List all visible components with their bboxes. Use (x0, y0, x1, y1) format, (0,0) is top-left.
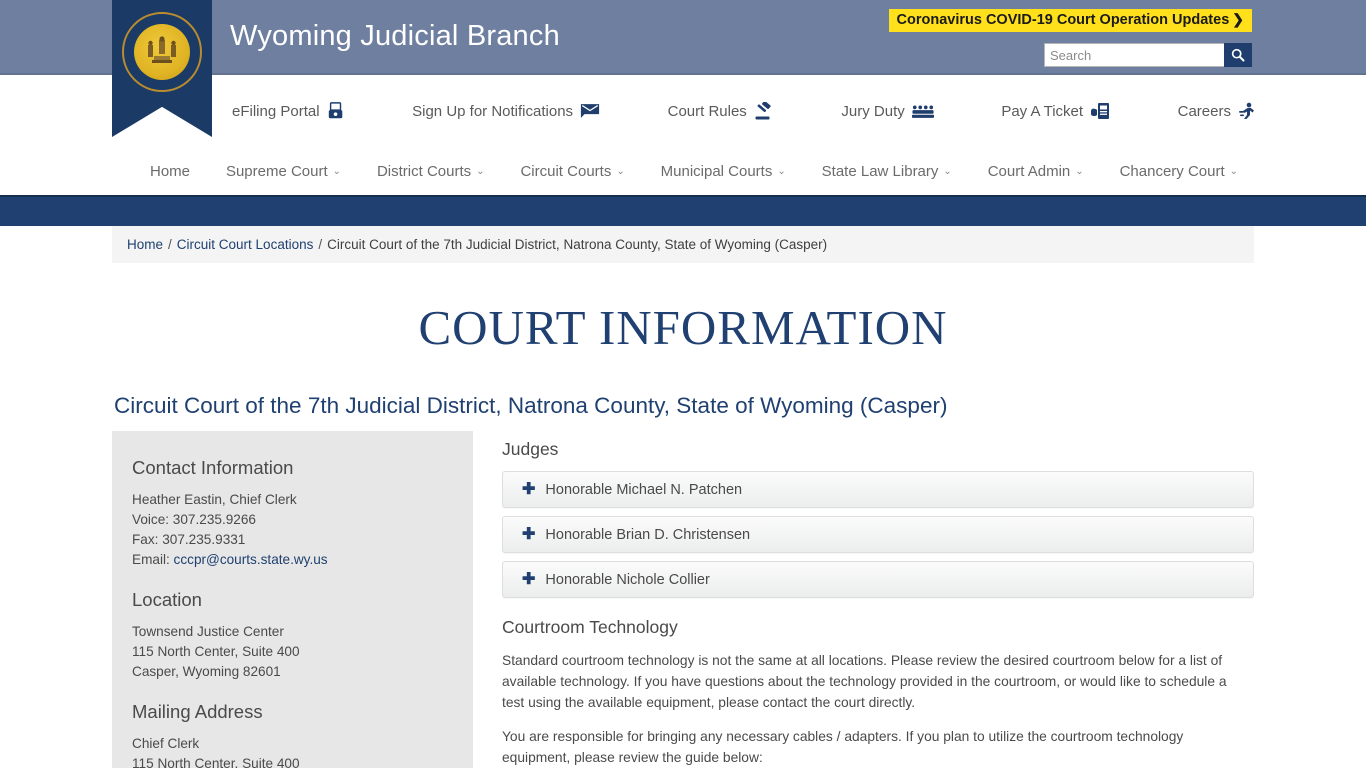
judge-accordion-row[interactable]: ✚ Honorable Brian D. Christensen (502, 516, 1254, 553)
utility-item-efiling-portal[interactable]: eFiling Portal (232, 102, 345, 120)
utility-item-label: eFiling Portal (232, 102, 320, 120)
nav-item-label: Home (150, 162, 191, 180)
nav-item-court-admin[interactable]: Court Admin ⌄ (988, 163, 1084, 180)
plus-icon: ✚ (522, 480, 536, 498)
main-content-column: Judges ✚ Honorable Michael N. Patchen ✚ … (502, 431, 1254, 768)
nav-item-label: State Law Library (821, 162, 939, 180)
chevron-down-icon: ⌄ (332, 165, 342, 177)
contact-information-heading: Contact Information (132, 457, 294, 478)
supreme-court-seal-icon (122, 12, 202, 92)
contact-fax: Fax: 307.235.9331 (132, 532, 246, 547)
gavel-icon (754, 102, 774, 120)
covid-updates-banner[interactable]: Coronavirus COVID-19 Court Operation Upd… (888, 9, 1252, 32)
mailing-address-details: Chief Clerk 115 North Center, Suite 400 … (132, 734, 453, 768)
nav-item-label: Circuit Courts (520, 162, 612, 180)
navy-divider-band (0, 195, 1366, 226)
contact-email-label: Email: (132, 552, 174, 567)
contact-voice: Voice: 307.235.9266 (132, 512, 256, 527)
breadcrumb-item-circuit-court-locations[interactable]: Circuit Court Locations (177, 237, 314, 252)
nav-item-chancery-court[interactable]: Chancery Court ⌄ (1120, 163, 1238, 180)
chevron-down-icon: ⌄ (476, 165, 485, 177)
location-line-3: Casper, Wyoming 82601 (132, 664, 281, 679)
nav-item-district-courts[interactable]: District Courts ⌄ (377, 163, 485, 180)
mailing-address-heading: Mailing Address (132, 701, 263, 722)
chevron-down-icon: ⌄ (777, 165, 786, 177)
careers-runner-icon (1238, 102, 1256, 120)
judges-heading: Judges (502, 439, 559, 459)
nav-item-state-law-library[interactable]: State Law Library ⌄ (822, 163, 952, 180)
nav-item-supreme-court[interactable]: Supreme Court ⌄ (226, 163, 341, 180)
courtroom-technology-paragraph-2: You are responsible for bringing any nec… (502, 729, 1184, 765)
envelope-icon (580, 103, 600, 119)
site-title: Wyoming Judicial Branch (230, 20, 560, 52)
breadcrumb-separator: / (168, 237, 172, 252)
nav-item-label: Court Admin (987, 162, 1071, 180)
utility-item-careers[interactable]: Careers (1178, 102, 1256, 120)
chevron-right-icon: ❯ (1232, 11, 1244, 27)
courtroom-technology-paragraph-1: Standard courtroom technology is not the… (502, 653, 1227, 710)
contact-email-link[interactable]: cccpr@courts.state.wy.us (174, 552, 328, 567)
nav-item-label: Chancery Court (1119, 162, 1225, 180)
judge-name: Honorable Michael N. Patchen (545, 481, 743, 498)
pay-ticket-icon (1090, 102, 1110, 120)
search-icon (1231, 48, 1245, 62)
covid-banner-label: Coronavirus COVID-19 Court Operation Upd… (896, 12, 1230, 28)
nav-item-home[interactable]: Home (150, 163, 190, 180)
nav-item-circuit-courts[interactable]: Circuit Courts ⌄ (520, 163, 624, 180)
contact-details: Heather Eastin, Chief Clerk Voice: 307.2… (132, 490, 453, 570)
mailing-line-2: 115 North Center, Suite 400 (132, 756, 300, 768)
search-form (1044, 43, 1252, 67)
judge-name: Honorable Brian D. Christensen (545, 526, 751, 543)
plus-icon: ✚ (522, 570, 536, 588)
chevron-down-icon: ⌄ (943, 165, 952, 177)
location-line-2: 115 North Center, Suite 400 (132, 644, 300, 659)
nav-item-label: Supreme Court (225, 162, 328, 180)
location-details: Townsend Justice Center 115 North Center… (132, 622, 453, 682)
utility-item-label: Court Rules (667, 102, 747, 120)
utility-item-pay-a-ticket[interactable]: Pay A Ticket (1001, 102, 1110, 120)
breadcrumb: Home / Circuit Court Locations / Circuit… (112, 226, 1254, 263)
utility-item-court-rules[interactable]: Court Rules (668, 102, 774, 120)
utility-item-label: Pay A Ticket (1001, 102, 1084, 120)
utility-item-sign-up-for-notifications[interactable]: Sign Up for Notifications (412, 103, 600, 120)
mailing-line-1: Chief Clerk (132, 736, 200, 751)
court-name-heading: Circuit Court of the 7th Judicial Distri… (114, 393, 948, 418)
breadcrumb-separator: / (318, 237, 323, 252)
nav-item-municipal-courts[interactable]: Municipal Courts ⌄ (661, 163, 786, 180)
location-heading: Location (132, 589, 202, 610)
seal-figures-icon (148, 36, 176, 63)
judge-name: Honorable Nichole Collier (545, 571, 710, 588)
nav-item-label: Municipal Courts (660, 162, 773, 180)
search-button[interactable] (1224, 43, 1252, 67)
judge-accordion-row[interactable]: ✚ Honorable Michael N. Patchen (502, 471, 1254, 508)
utility-item-label: Jury Duty (841, 102, 905, 120)
chevron-down-icon: ⌄ (1229, 165, 1239, 177)
search-input[interactable] (1044, 43, 1224, 67)
breadcrumb-item-current: Circuit Court of the 7th Judicial Distri… (327, 237, 828, 252)
judge-accordion-row[interactable]: ✚ Honorable Nichole Collier (502, 561, 1254, 598)
jury-box-icon (911, 104, 934, 119)
courtroom-technology-heading: Courtroom Technology (502, 617, 678, 637)
location-line-1: Townsend Justice Center (132, 624, 284, 639)
utility-item-label: Sign Up for Notifications (412, 102, 574, 120)
nav-item-label: District Courts (376, 162, 472, 180)
breadcrumb-item-home[interactable]: Home (127, 237, 163, 252)
contact-clerk: Heather Eastin, Chief Clerk (132, 492, 297, 507)
plus-icon: ✚ (522, 525, 536, 543)
chevron-down-icon: ⌄ (1075, 165, 1084, 177)
contact-information-panel: Contact Information Heather Eastin, Chie… (112, 431, 473, 768)
utility-item-label: Careers (1177, 102, 1231, 120)
utility-item-jury-duty[interactable]: Jury Duty (841, 102, 934, 120)
main-navigation: Home Supreme Court ⌄ District Courts ⌄ C… (0, 147, 1366, 195)
efiling-portal-icon (327, 102, 345, 120)
chevron-down-icon: ⌄ (616, 165, 625, 177)
page-title: COURT INFORMATION (418, 300, 948, 355)
